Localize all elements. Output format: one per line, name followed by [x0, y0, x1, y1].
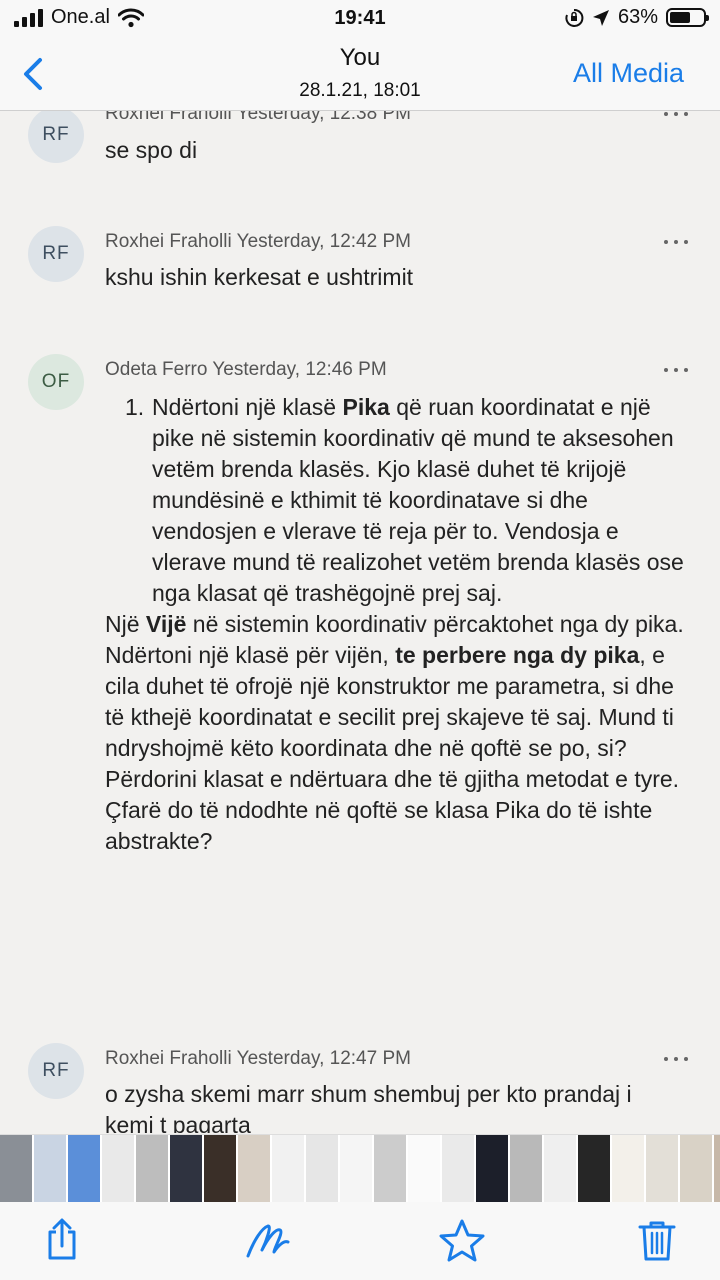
- favorite-star-icon[interactable]: [437, 1218, 487, 1262]
- media-thumbnail[interactable]: [612, 1135, 644, 1203]
- message-text: o zysha skemi marr shum shembuj per kto …: [105, 1081, 632, 1133]
- media-thumbnail[interactable]: [102, 1135, 134, 1203]
- sender-name: Odeta Ferro: [105, 359, 208, 380]
- orientation-lock-icon: [565, 8, 584, 27]
- media-thumbnail[interactable]: [238, 1135, 270, 1203]
- media-thumbnail[interactable]: [714, 1135, 720, 1203]
- message-text: kshu ishin kerkesat e ushtrimit: [105, 264, 414, 290]
- bold-text: Vijë: [145, 611, 187, 637]
- media-thumbnail[interactable]: [578, 1135, 610, 1203]
- media-thumbnail[interactable]: [340, 1135, 372, 1203]
- text-span: që ruan koordinatat e një pike në sistem…: [152, 394, 684, 606]
- message-time: Yesterday, 12:46 PM: [212, 359, 387, 380]
- share-icon[interactable]: [42, 1218, 82, 1262]
- status-right: 63%: [564, 6, 709, 29]
- avatar: OF: [28, 354, 84, 410]
- media-thumbnail[interactable]: [476, 1135, 508, 1203]
- markup-icon[interactable]: [244, 1218, 292, 1262]
- media-thumbnail[interactable]: [374, 1135, 406, 1203]
- media-thumbnail[interactable]: [510, 1135, 542, 1203]
- location-icon: [592, 9, 609, 26]
- message-meta: Odeta Ferro Yesterday, 12:46 PM: [105, 359, 387, 381]
- media-thumbnail[interactable]: [136, 1135, 168, 1203]
- message-time: Yesterday, 12:47 PM: [236, 1048, 411, 1069]
- message-meta: Roxhei Fraholli Yesterday, 12:38 PM: [105, 111, 411, 125]
- all-media-button[interactable]: All Media: [573, 58, 684, 89]
- media-thumbnail[interactable]: [0, 1135, 32, 1203]
- media-thumbnail[interactable]: [306, 1135, 338, 1203]
- battery-icon: [666, 8, 709, 27]
- thumbnail-strip[interactable]: [0, 1134, 720, 1203]
- media-thumbnail[interactable]: [442, 1135, 474, 1203]
- paragraph: Përdorini klasat e ndërtuara dhe të gjit…: [105, 766, 680, 792]
- sender-name: Roxhei Fraholli: [105, 231, 232, 252]
- sender-name: Roxhei Fraholli: [105, 1048, 232, 1069]
- message-meta: Roxhei Fraholli Yesterday, 12:47 PM: [105, 1048, 411, 1070]
- media-thumbnail[interactable]: [646, 1135, 678, 1203]
- avatar: RF: [28, 1043, 84, 1099]
- media-thumbnail[interactable]: [170, 1135, 202, 1203]
- sender-name: Roxhei Fraholli: [105, 111, 232, 124]
- media-thumbnail[interactable]: [680, 1135, 712, 1203]
- more-options-icon[interactable]: [662, 111, 690, 118]
- more-options-icon[interactable]: [662, 366, 690, 374]
- media-thumbnail[interactable]: [408, 1135, 440, 1203]
- trash-icon[interactable]: [637, 1218, 677, 1262]
- battery-percent: 63%: [617, 6, 658, 28]
- message-text: 1. Ndërtoni një klasë Pika që ruan koord…: [105, 392, 685, 857]
- navigation-bar: You 28.1.21, 18:01 All Media: [0, 40, 720, 111]
- message-meta: Roxhei Fraholli Yesterday, 12:42 PM: [105, 231, 411, 253]
- message-list: RF Roxhei Fraholli Yesterday, 12:38 PM s…: [0, 111, 720, 1133]
- message-time: Yesterday, 12:42 PM: [236, 231, 411, 252]
- bold-text: te perbere nga dy pika: [395, 642, 640, 668]
- bold-text: Pika: [342, 394, 390, 420]
- media-thumbnail[interactable]: [544, 1135, 576, 1203]
- media-thumbnail[interactable]: [34, 1135, 66, 1203]
- bottom-toolbar: [0, 1202, 720, 1280]
- message-text: se spo di: [105, 137, 198, 163]
- list-item: 1. Ndërtoni një klasë Pika që ruan koord…: [105, 392, 685, 609]
- text-span: Një: [105, 611, 146, 637]
- media-thumbnail[interactable]: [68, 1135, 100, 1203]
- message-time: Yesterday, 12:38 PM: [236, 111, 411, 124]
- avatar: RF: [28, 111, 84, 163]
- list-number: 1.: [125, 394, 145, 420]
- avatar: RF: [28, 226, 84, 282]
- paragraph: Një Vijë në sistemin koordinativ përcakt…: [105, 609, 685, 764]
- text-span: Ndërtoni një klasë: [152, 394, 343, 420]
- more-options-icon[interactable]: [662, 238, 690, 246]
- more-options-icon[interactable]: [662, 1055, 690, 1063]
- status-bar: One.al 19:41 63%: [0, 0, 720, 40]
- paragraph: Çfarë do të ndodhte në qoftë se klasa Pi…: [105, 797, 653, 854]
- media-thumbnail[interactable]: [272, 1135, 304, 1203]
- media-thumbnail[interactable]: [204, 1135, 236, 1203]
